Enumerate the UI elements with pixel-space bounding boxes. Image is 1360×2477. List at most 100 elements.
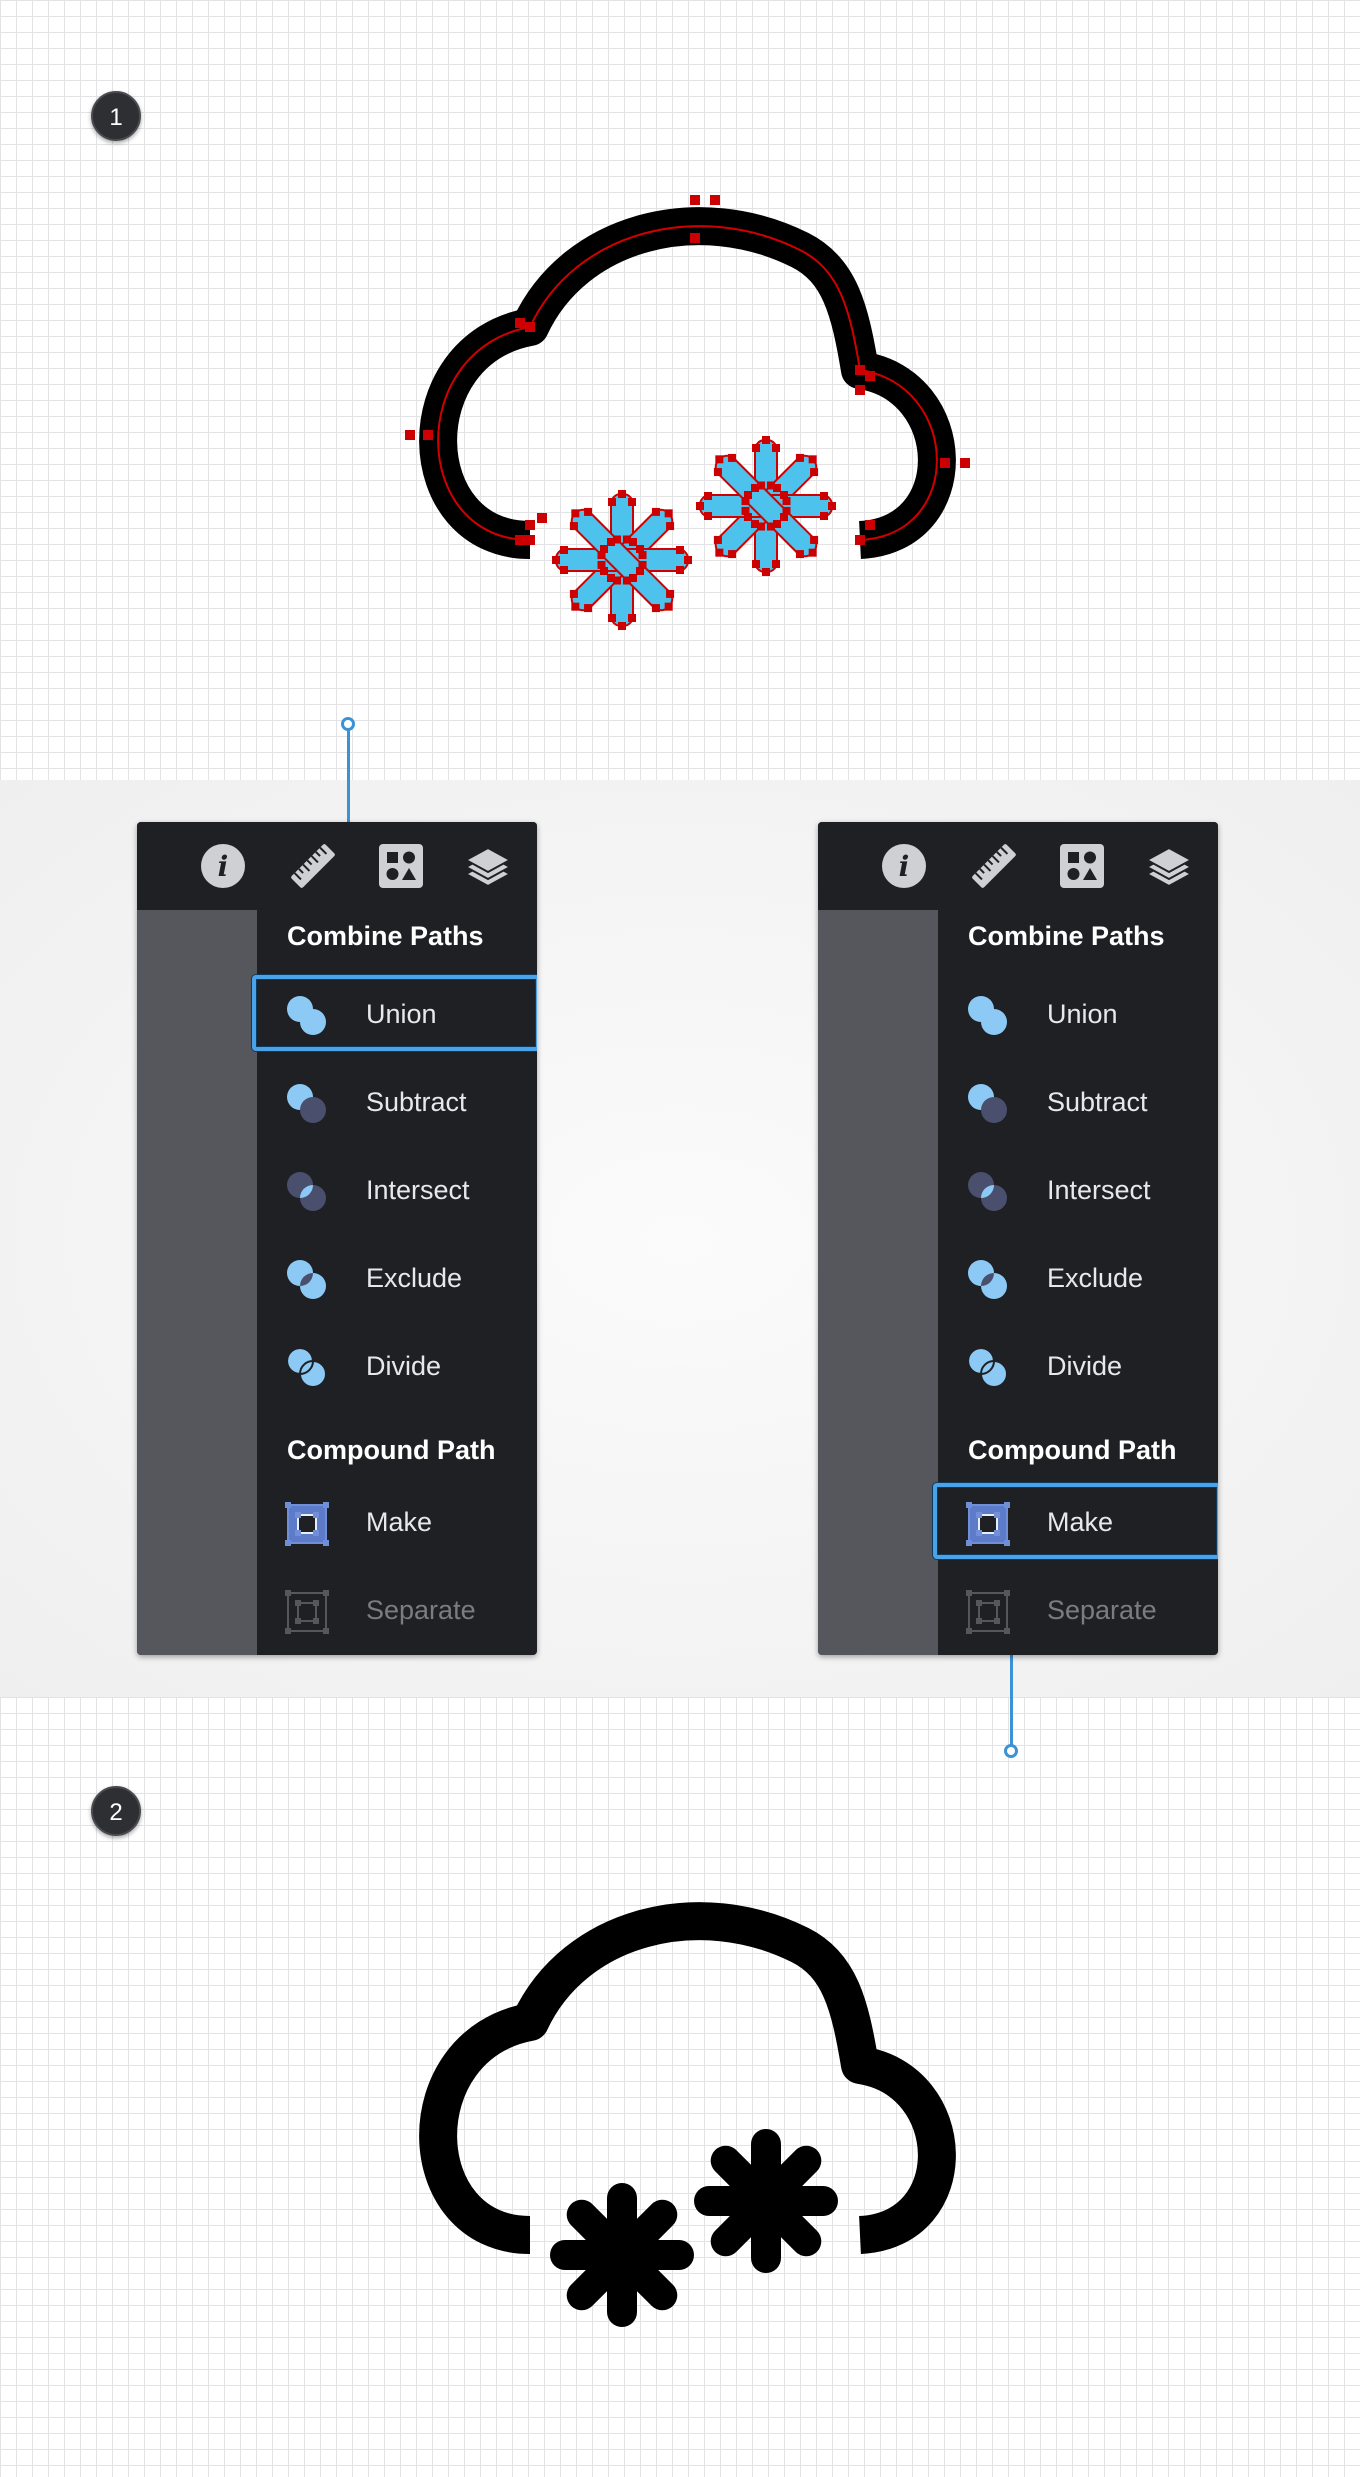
anchor-point <box>795 453 804 462</box>
anchor-point <box>622 535 631 544</box>
anchor-point <box>855 365 865 375</box>
anchor-point <box>515 535 525 545</box>
anchor-point <box>560 546 568 554</box>
layers-icon[interactable] <box>1143 840 1195 892</box>
anchor-point <box>820 512 828 520</box>
anchor-point <box>560 566 568 574</box>
anchor-point <box>744 513 752 521</box>
anchor-point <box>772 444 780 452</box>
anchor-point <box>584 507 593 516</box>
pathfinder-panel-make: i Combine Paths Compound Path Union Subtract… <box>818 822 1218 1655</box>
menu-item-subtract[interactable]: Subtract <box>252 1063 537 1139</box>
anchor-point <box>820 492 828 500</box>
anchor-point <box>600 567 608 575</box>
menu-item-exclude[interactable]: Exclude <box>933 1239 1218 1315</box>
intersect-icon <box>282 1167 332 1217</box>
anchor-point <box>651 507 660 516</box>
anchor-point <box>666 522 675 531</box>
anchor-point <box>597 551 606 560</box>
menu-item-divide[interactable]: Divide <box>252 1327 537 1403</box>
anchor-point <box>728 550 737 559</box>
anchor-point <box>613 576 622 585</box>
anchor-point <box>940 458 950 468</box>
anchor-point <box>584 604 593 613</box>
anchor-point <box>638 560 647 569</box>
section-title-compound-path: Compound Path <box>287 1435 496 1465</box>
anchor-point <box>715 548 724 557</box>
menu-item-union[interactable]: Union <box>933 975 1218 1051</box>
panel-sidebar <box>137 910 257 1655</box>
connector-endpoint <box>341 717 355 731</box>
snowflake <box>550 2183 694 2327</box>
menu-item-label: Intersect <box>366 1175 470 1205</box>
ruler-icon[interactable] <box>287 840 339 892</box>
intersect-icon <box>963 1167 1013 1217</box>
separate-compound-icon <box>282 1587 332 1637</box>
menu-item-label: Exclude <box>1047 1263 1144 1293</box>
ruler-icon[interactable] <box>968 840 1020 892</box>
menu-item-divide[interactable]: Divide <box>933 1327 1218 1403</box>
anchor-point <box>704 492 712 500</box>
anchor-point <box>608 614 616 622</box>
anchor-point <box>766 481 775 490</box>
menu-item-label: Separate <box>1047 1595 1157 1625</box>
exclude-icon <box>282 1255 332 1305</box>
info-icon[interactable]: i <box>878 840 930 892</box>
step-badge-1: 1 <box>91 91 141 141</box>
menu-item-label: Subtract <box>366 1087 467 1117</box>
shapes-icon[interactable] <box>1056 840 1108 892</box>
section-title-combine-paths: Combine Paths <box>968 921 1165 951</box>
menu-item-intersect[interactable]: Intersect <box>252 1151 537 1227</box>
connector-line <box>1010 1655 1013 1745</box>
section-title-compound-path: Compound Path <box>968 1435 1177 1465</box>
panel-toolbar: i <box>818 822 1218 910</box>
cloud-snow-artwork-selected[interactable] <box>380 180 980 660</box>
cloud-snow-artwork-final[interactable] <box>380 1875 980 2355</box>
menu-item-union[interactable]: Union <box>252 975 537 1051</box>
section-title-combine-paths: Combine Paths <box>287 921 484 951</box>
menu-item-label: Union <box>1047 999 1118 1029</box>
anchor-point <box>782 506 791 515</box>
anchor-point <box>710 195 720 205</box>
anchor-point <box>571 509 580 518</box>
menu-item-label: Separate <box>366 1595 476 1625</box>
anchor-point <box>855 535 865 545</box>
union-icon <box>282 991 332 1041</box>
menu-item-make[interactable]: Make <box>252 1483 537 1559</box>
menu-item-label: Exclude <box>366 1263 463 1293</box>
divide-icon <box>282 1343 332 1393</box>
anchor-point <box>629 574 637 582</box>
anchor-point <box>795 550 804 559</box>
anchor-point <box>525 520 535 530</box>
menu-item-intersect[interactable]: Intersect <box>933 1151 1218 1227</box>
connector-endpoint <box>1004 1744 1018 1758</box>
svg-text:i: i <box>899 850 910 883</box>
pathfinder-panel-union: i Combine Paths Compound Path Union Subtract… <box>137 822 537 1655</box>
menu-item-label: Make <box>366 1507 433 1537</box>
shapes-icon[interactable] <box>375 840 427 892</box>
layers-icon[interactable] <box>462 840 514 892</box>
anchor-point <box>773 520 781 528</box>
anchor-point <box>618 490 626 498</box>
anchor-point <box>772 560 780 568</box>
make-compound-icon <box>282 1499 332 1549</box>
anchor-point <box>696 502 704 510</box>
anchor-point <box>628 498 636 506</box>
menu-item-subtract[interactable]: Subtract <box>933 1063 1218 1139</box>
snowflake <box>694 2129 838 2273</box>
anchor-point <box>752 444 760 452</box>
anchor-point <box>525 535 535 545</box>
svg-text:i: i <box>218 850 229 883</box>
menu-item-separate: Separate <box>933 1571 1218 1647</box>
anchor-point <box>690 233 700 243</box>
connector-line <box>347 730 350 822</box>
anchor-point <box>569 589 578 598</box>
anchor-point <box>810 535 819 544</box>
anchor-point <box>651 604 660 613</box>
menu-item-make[interactable]: Make <box>933 1483 1218 1559</box>
info-icon[interactable]: i <box>197 840 249 892</box>
anchor-point <box>666 589 675 598</box>
menu-item-exclude[interactable]: Exclude <box>252 1239 537 1315</box>
anchor-point <box>728 453 737 462</box>
anchor-point <box>571 602 580 611</box>
